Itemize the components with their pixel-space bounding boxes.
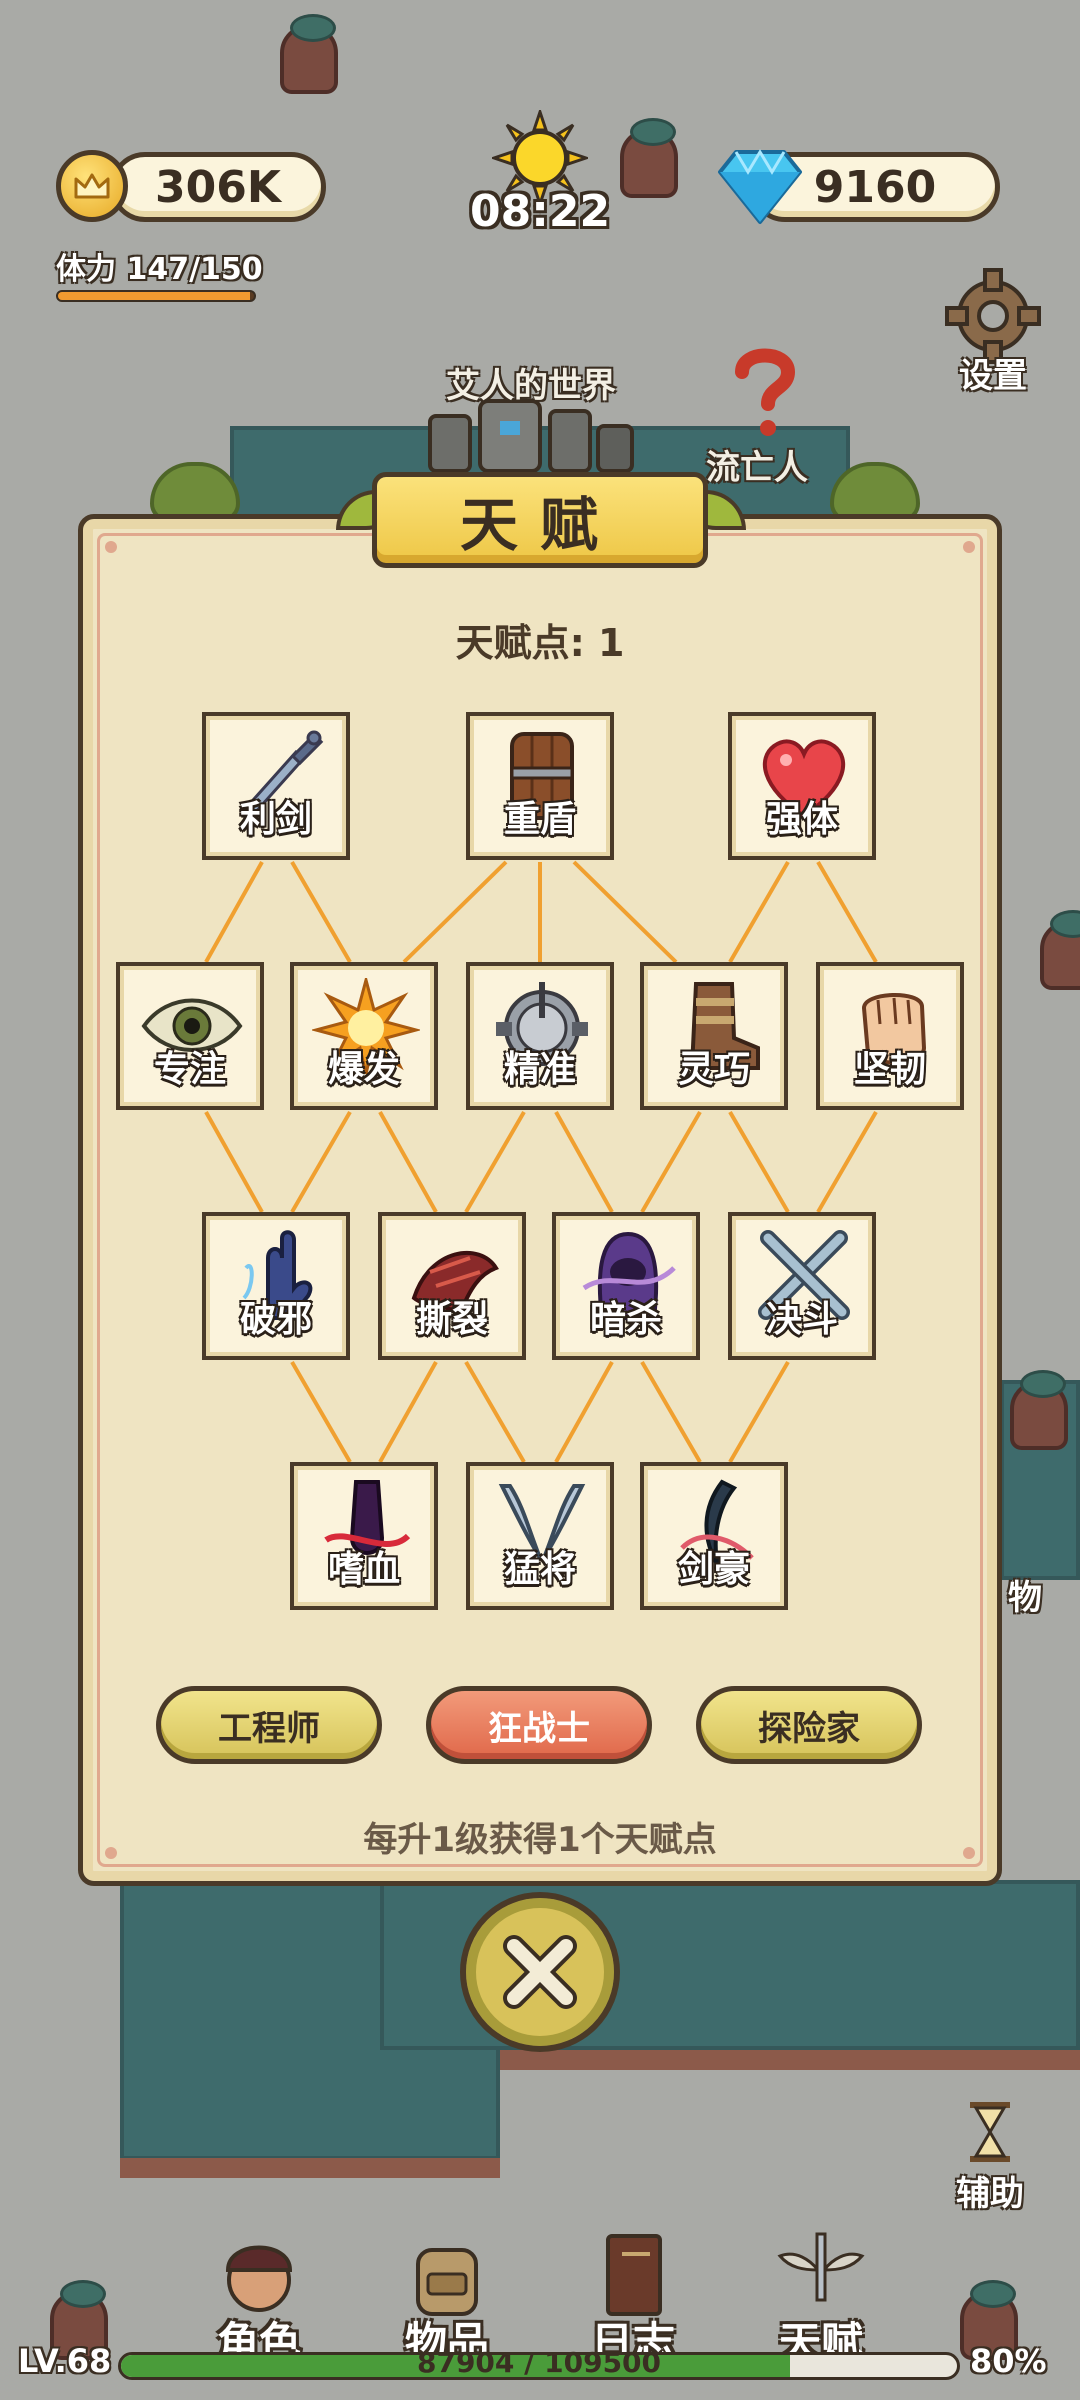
talent-label: 暗杀	[589, 1299, 662, 1340]
talent-bloodlust[interactable]: 嗜血	[290, 1462, 438, 1610]
talent-label: 嗜血	[327, 1549, 400, 1590]
talent-duel[interactable]: 决斗	[728, 1212, 876, 1360]
diamond-icon	[718, 149, 802, 224]
talent-tough[interactable]: 坚韧	[816, 962, 964, 1110]
class-explorer-button[interactable]: 探险家	[696, 1686, 922, 1764]
nav-items[interactable]: 物品	[382, 2230, 512, 2367]
talent-agile[interactable]: 灵巧	[640, 962, 788, 1110]
close-icon	[503, 1935, 577, 2009]
talent-label: 专注	[153, 1049, 226, 1090]
panel-title: 天赋	[372, 472, 708, 568]
gold-counter: 306K	[110, 152, 326, 222]
talent-label: 猛将	[503, 1549, 576, 1590]
game-clock: 08:22	[470, 186, 611, 237]
gold-amount: 306K	[155, 161, 281, 213]
tree-stump	[280, 14, 338, 94]
cliff-edge	[120, 2158, 500, 2178]
stamina-bar	[56, 290, 256, 302]
corner-dot	[963, 541, 975, 553]
talent-swordmaster[interactable]: 剑豪	[640, 1462, 788, 1610]
gem-amount: 9160	[813, 161, 937, 213]
talent-label: 决斗	[765, 1299, 838, 1340]
hourglass-icon	[970, 2102, 1010, 2162]
talent-label: 灵巧	[677, 1049, 750, 1090]
talent-general[interactable]: 猛将	[466, 1462, 614, 1610]
xp-text: 87904 / 109500	[416, 2346, 662, 2379]
talent-precise[interactable]: 精准	[466, 962, 614, 1110]
talent-sword[interactable]: 利剑	[202, 712, 350, 860]
bush	[150, 462, 240, 522]
nav-talent[interactable]: 天赋	[756, 2230, 886, 2367]
talent-body[interactable]: 强体	[728, 712, 876, 860]
assist-label: 辅助	[956, 2174, 1024, 2214]
talent-tear[interactable]: 撕裂	[378, 1212, 526, 1360]
talent-shield[interactable]: 重盾	[466, 712, 614, 860]
items-side-button[interactable]: 物	[1008, 1570, 1080, 1619]
player-level: LV.68	[18, 2342, 112, 2380]
talent-label: 爆发	[327, 1049, 400, 1090]
world-name-label: 艾人的世界	[446, 366, 616, 406]
npc-name-label[interactable]: 流亡人	[706, 440, 808, 489]
xp-percent: 80%	[970, 2342, 1047, 2380]
talent-points-label: 天赋点: 1	[455, 621, 625, 665]
talent-burst[interactable]: 爆发	[290, 962, 438, 1110]
settings-label: 设置	[959, 356, 1027, 396]
winged-sword-icon	[777, 2232, 865, 2302]
talent-label: 破邪	[239, 1299, 312, 1340]
talent-hint: 每升1级获得1个天赋点	[363, 1820, 717, 1860]
talent-label: 强体	[765, 799, 838, 840]
talent-focus[interactable]: 专注	[116, 962, 264, 1110]
journal-book-icon	[606, 2234, 662, 2316]
nav-character[interactable]: 角色	[194, 2230, 324, 2367]
nav-journal[interactable]: 日志	[568, 2230, 698, 2367]
tree-stump	[620, 118, 678, 198]
talent-assassin[interactable]: 暗杀	[552, 1212, 700, 1360]
settings-button[interactable]: 设置	[938, 266, 1048, 396]
talent-label: 撕裂	[415, 1299, 488, 1340]
assist-button[interactable]: 辅助	[930, 2100, 1050, 2230]
talent-label: 坚韧	[853, 1049, 926, 1090]
talent-purge[interactable]: 破邪	[202, 1212, 350, 1360]
question-mark-icon[interactable]	[730, 344, 800, 440]
talent-label: 利剑	[239, 799, 312, 840]
close-button[interactable]	[460, 1892, 620, 2052]
talent-label: 重盾	[503, 799, 576, 840]
ruins-icon	[428, 399, 634, 473]
tree-stump	[1040, 910, 1080, 990]
character-portrait-icon	[225, 2245, 293, 2312]
corner-dot	[105, 541, 117, 553]
stamina-bar-fill	[58, 292, 251, 300]
stamina-label: 体力 147/150	[56, 252, 263, 287]
class-engineer-button[interactable]: 工程师	[156, 1686, 382, 1764]
backpack-icon	[416, 2248, 478, 2316]
cliff-edge	[500, 2050, 1080, 2070]
talent-label: 剑豪	[677, 1549, 750, 1590]
class-berserker-button[interactable]: 狂战士	[426, 1686, 652, 1764]
talent-label: 精准	[503, 1049, 576, 1090]
crown-coin-icon	[56, 150, 128, 222]
tree-stump	[1010, 1370, 1068, 1450]
